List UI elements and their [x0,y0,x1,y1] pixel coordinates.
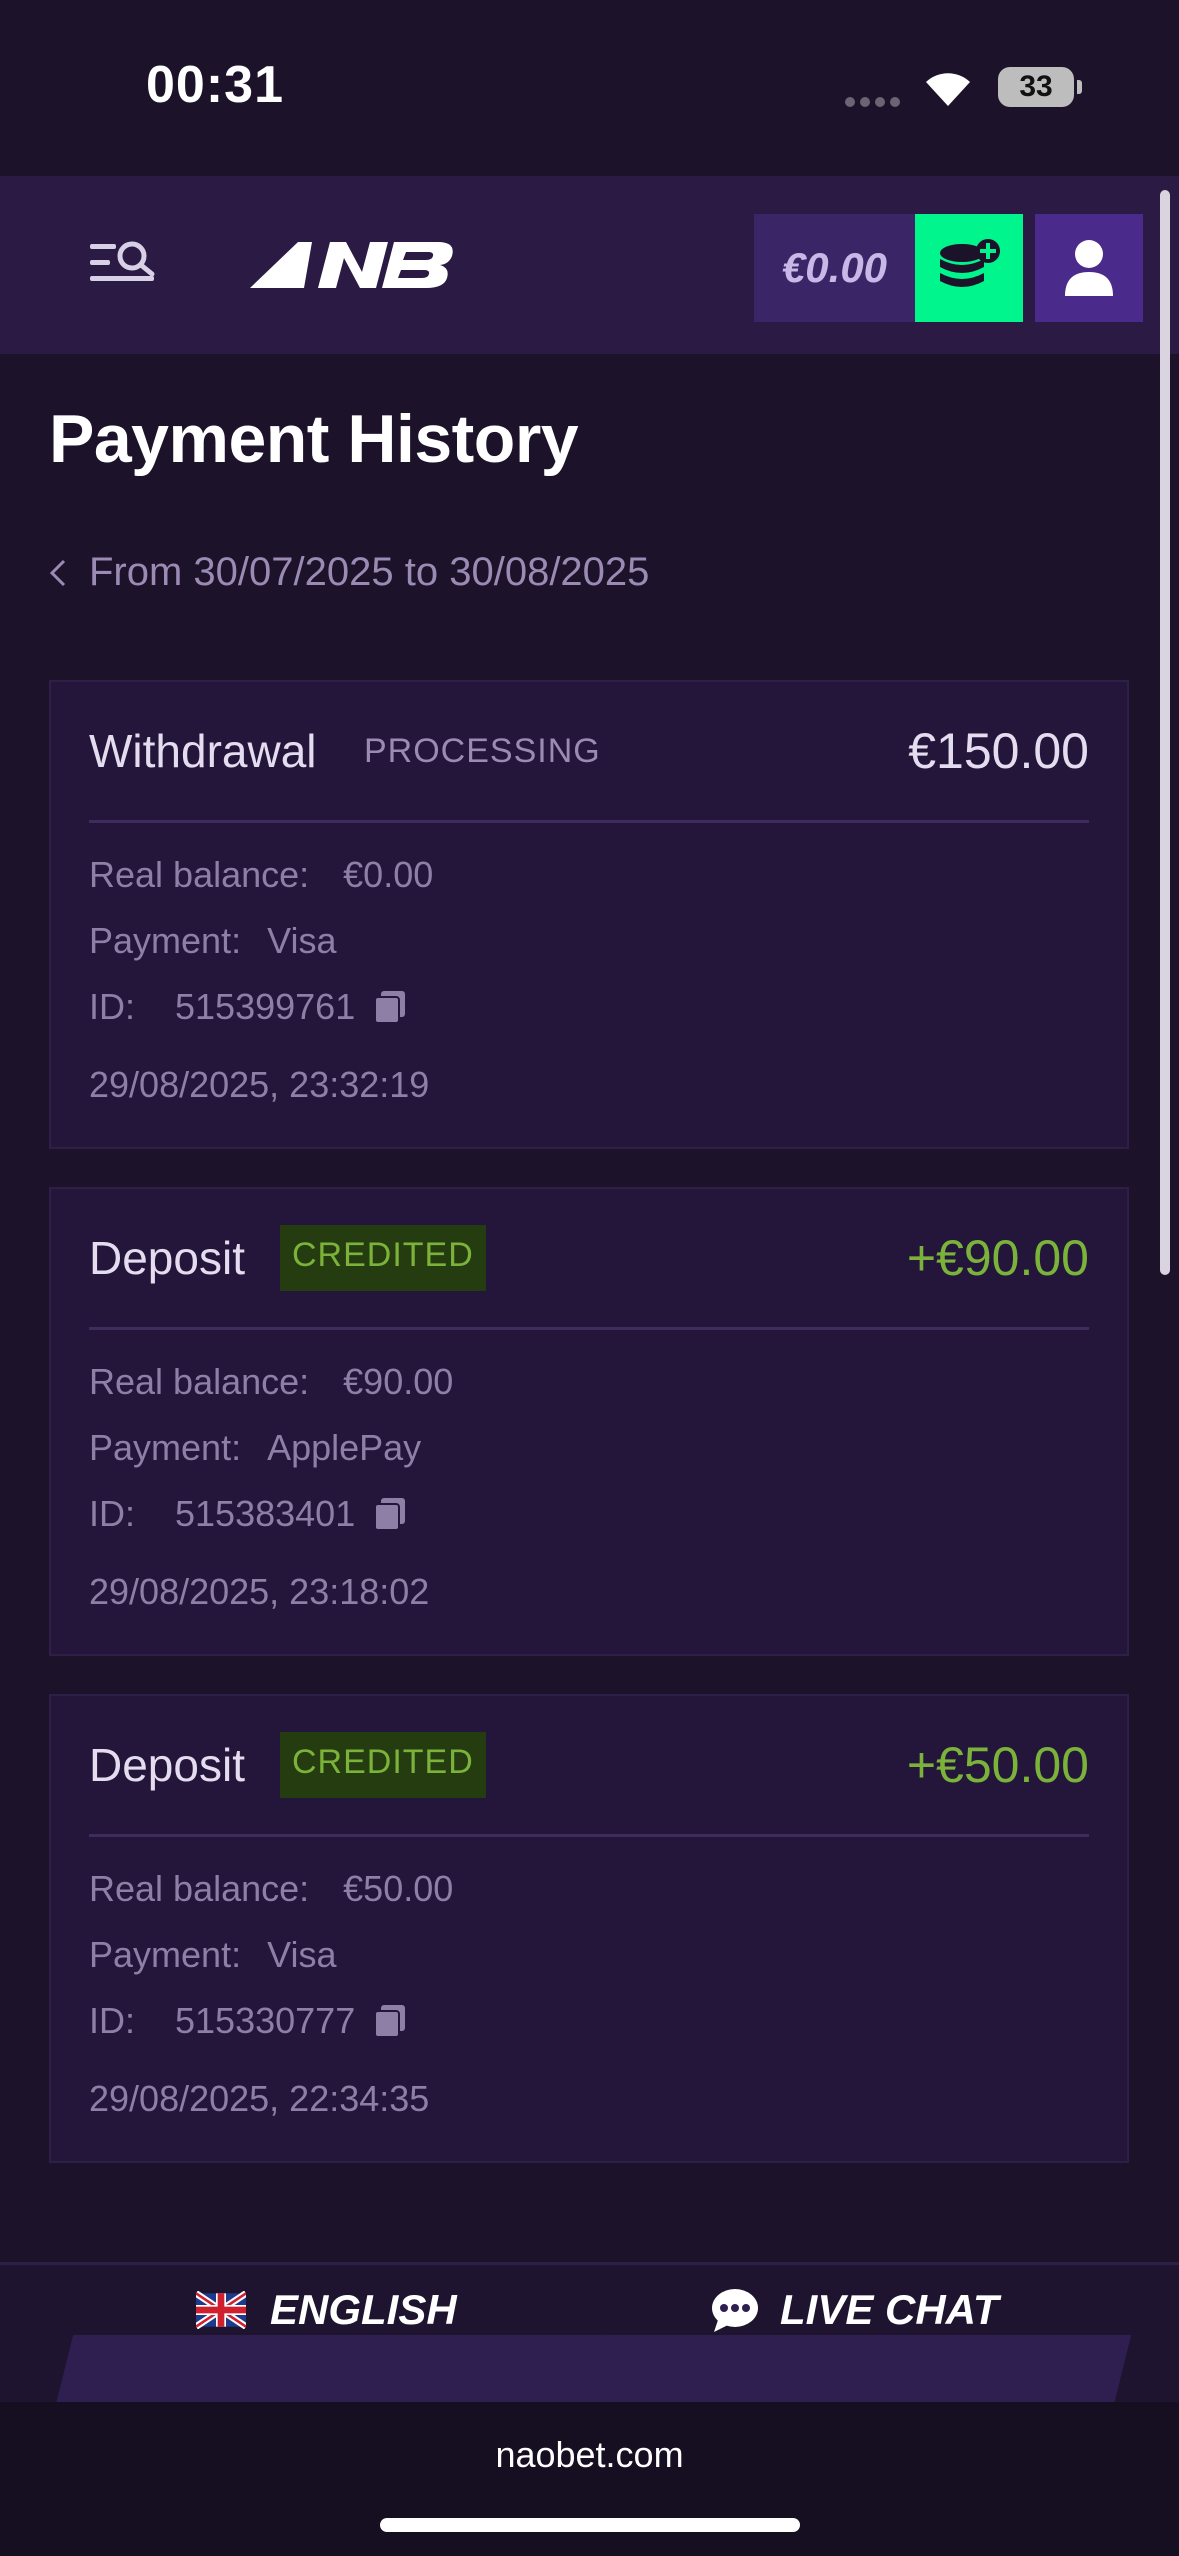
menu-search-icon[interactable] [88,238,160,290]
wifi-icon [926,73,970,106]
id-row: ID: 515399761 [89,986,407,1028]
payment-row: Payment: Visa [89,1934,336,1976]
real-balance-row: Real balance: €50.00 [89,1868,453,1910]
real-balance-label: Real balance: [89,854,310,895]
browser-address-bar[interactable]: naobet.com [0,2402,1179,2556]
copy-icon[interactable] [373,989,407,1025]
payment-method: ApplePay [267,1427,422,1468]
transaction-id: 515383401 [175,1493,356,1534]
date-range-text: From 30/07/2025 to 30/08/2025 [89,550,650,594]
user-icon [1065,240,1113,296]
home-indicator[interactable] [380,2518,800,2532]
transaction-card: Withdrawal PROCESSING €150.00 Real balan… [49,680,1129,1149]
transaction-amount: €150.00 [908,723,1089,779]
payment-label: Payment: [89,1934,242,1975]
transaction-id: 515399761 [175,986,356,1027]
language-button-content[interactable]: ENGLISH [196,2265,457,2355]
page-title: Payment History [49,401,579,477]
payment-row: Payment: Visa [89,920,336,962]
footer: ENGLISH LIVE CHAT [0,2262,1179,2425]
real-balance-value: €0.00 [343,854,434,895]
copy-icon[interactable] [373,2003,407,2039]
id-row: ID: 515330777 [89,2000,407,2042]
transaction-type: Withdrawal [89,725,317,777]
divider [89,820,1089,823]
naobet-logo[interactable] [250,236,460,292]
language-label: ENGLISH [270,2286,457,2333]
transaction-id: 515330777 [175,2000,356,2041]
top-navigation-bar: €0.00 [0,176,1179,354]
divider [89,1834,1089,1837]
payment-label: Payment: [89,1427,242,1468]
transaction-datetime: 29/08/2025, 22:34:35 [89,2078,430,2119]
live-chat-label: LIVE CHAT [780,2286,999,2333]
id-label: ID: [89,2000,136,2041]
id-label: ID: [89,986,136,1027]
real-balance-label: Real balance: [89,1361,310,1402]
battery-tip [1077,80,1082,94]
transaction-datetime: 29/08/2025, 23:32:19 [89,1064,430,1105]
payment-label: Payment: [89,920,242,961]
real-balance-row: Real balance: €90.00 [89,1361,453,1403]
real-balance-row: Real balance: €0.00 [89,854,433,896]
real-balance-label: Real balance: [89,1868,310,1909]
chat-bubble-icon [712,2289,758,2332]
transaction-card: Deposit CREDITED +€50.00 Real balance: €… [49,1694,1129,2163]
battery-icon: 33 [998,67,1074,107]
payment-method: Visa [267,920,337,961]
transaction-card: Deposit CREDITED +€90.00 Real balance: €… [49,1187,1129,1656]
transaction-datetime: 29/08/2025, 23:18:02 [89,1571,430,1612]
transaction-amount: +€90.00 [906,1230,1089,1286]
status-badge: CREDITED [280,1732,486,1798]
transaction-type: Deposit [89,1232,245,1284]
transaction-type: Deposit [89,1739,245,1791]
scrollbar[interactable] [1160,190,1170,1275]
real-balance-value: €90.00 [343,1361,454,1402]
date-range-filter[interactable]: From 30/07/2025 to 30/08/2025 [49,550,649,595]
deposit-button[interactable] [915,214,1023,322]
live-chat-button-content[interactable]: LIVE CHAT [710,2265,999,2355]
chevron-left-icon[interactable] [49,558,67,588]
id-label: ID: [89,1493,136,1534]
status-badge: PROCESSING [364,732,601,770]
account-button[interactable] [1035,214,1143,322]
uk-flag-icon [196,2291,246,2329]
real-balance-value: €50.00 [343,1868,454,1909]
copy-icon[interactable] [373,1496,407,1532]
status-bar: 00:31 33 [0,0,1179,176]
cellular-signal-icon [845,94,905,107]
status-badge: CREDITED [280,1225,486,1291]
id-row: ID: 515383401 [89,1493,407,1535]
transaction-amount: +€50.00 [906,1737,1089,1793]
payment-method: Visa [267,1934,337,1975]
balance-display[interactable]: €0.00 [754,214,915,322]
payment-row: Payment: ApplePay [89,1427,421,1469]
url-text[interactable]: naobet.com [0,2434,1179,2476]
coins-plus-icon [940,239,1000,287]
divider [89,1327,1089,1330]
status-time: 00:31 [146,56,284,114]
